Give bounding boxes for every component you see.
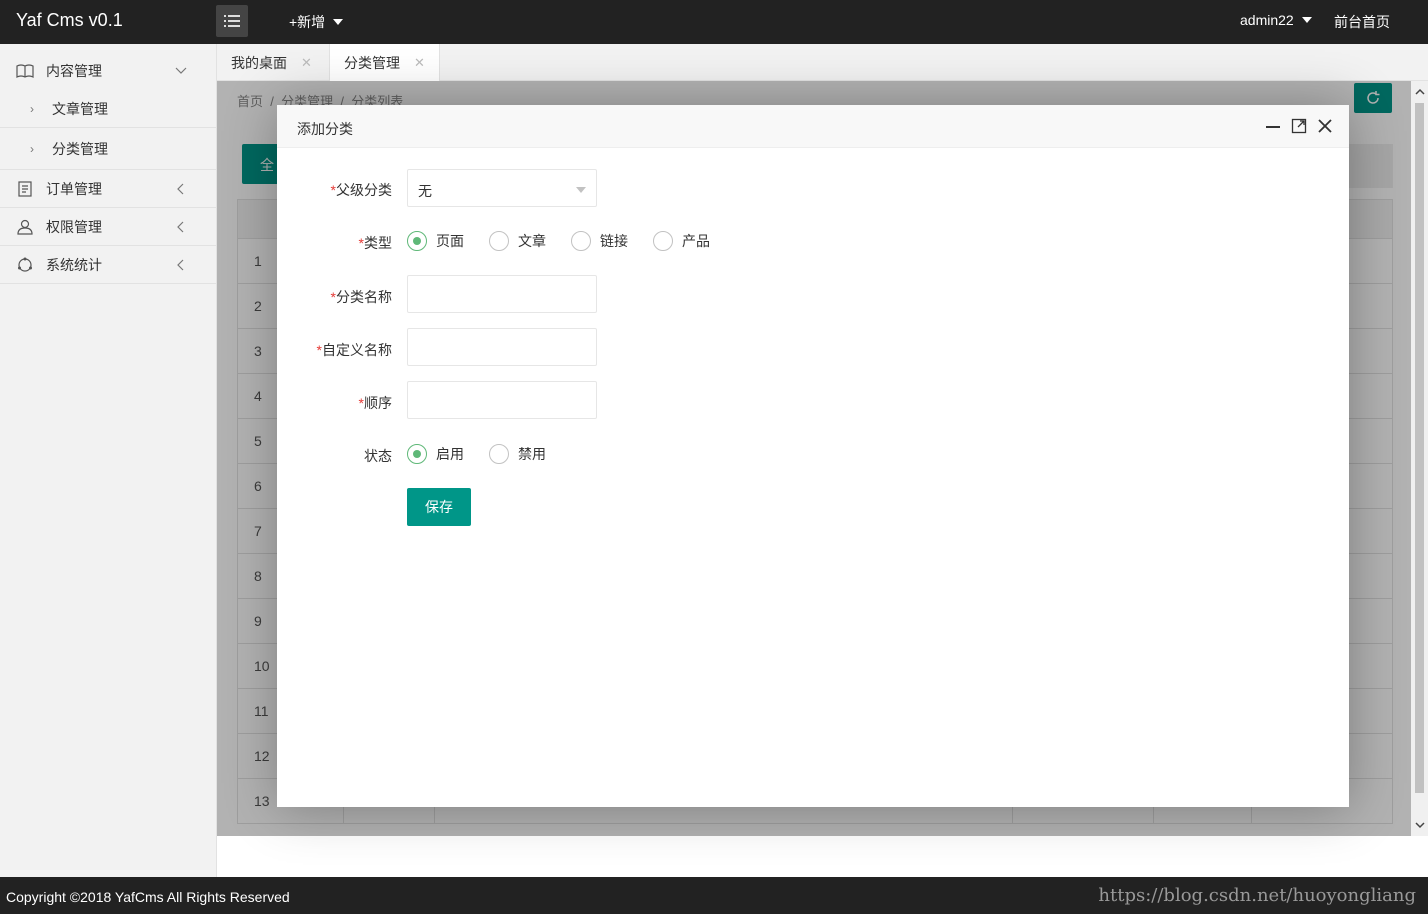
copyright-text: Copyright ©2018 YafCms All Rights Reserv… <box>6 889 290 905</box>
chevron-up-icon[interactable] <box>1415 87 1425 97</box>
scrollbar[interactable] <box>1411 81 1428 836</box>
radio-label: 链接 <box>600 233 628 249</box>
select-value: 无 <box>418 183 432 199</box>
status-radio-enabled[interactable]: 启用 <box>407 444 464 464</box>
caret-down-icon <box>576 187 586 193</box>
front-home-link[interactable]: 前台首页 <box>1334 12 1390 32</box>
label-text: 分类名称 <box>336 289 392 305</box>
caret-down-icon <box>1301 17 1312 23</box>
radio-label: 产品 <box>682 233 710 249</box>
parent-category-select[interactable]: 无 <box>407 169 597 207</box>
list-icon <box>224 15 240 27</box>
close-icon[interactable] <box>1316 117 1334 135</box>
sidebar-item-label: 系统统计 <box>46 256 102 273</box>
radio-label: 页面 <box>436 233 464 249</box>
watermark-text: https://blog.csdn.net/huoyongliang <box>1098 885 1416 906</box>
top-header: Yaf Cms v0.1 +新增 admin22 前台首页 <box>0 0 1428 44</box>
close-icon[interactable]: ✕ <box>301 55 312 71</box>
type-radio-link[interactable]: 链接 <box>571 231 628 251</box>
radio-checked-icon <box>407 231 427 251</box>
category-name-input[interactable] <box>407 275 597 313</box>
dialog-header: 添加分类 <box>277 105 1349 148</box>
user-icon <box>16 218 34 236</box>
sidebar-item-articles[interactable]: › 文章管理 <box>0 90 216 128</box>
tab-bar: 我的桌面 ✕ 分类管理 ✕ <box>217 44 1428 81</box>
radio-label: 启用 <box>436 446 464 462</box>
chevron-down-icon[interactable] <box>1415 820 1425 830</box>
chevron-down-icon <box>175 67 187 74</box>
order-icon <box>16 180 34 198</box>
radio-unchecked-icon <box>489 231 509 251</box>
chevron-left-icon <box>177 183 184 195</box>
chevron-left-icon <box>177 221 184 233</box>
chevron-left-icon <box>177 259 184 271</box>
save-button[interactable]: 保存 <box>407 488 471 526</box>
sidebar-item-stats[interactable]: 系统统计 <box>0 246 216 284</box>
radio-label: 禁用 <box>518 446 546 462</box>
tab-desktop[interactable]: 我的桌面 ✕ <box>217 44 326 81</box>
sidebar-item-label: 权限管理 <box>46 218 102 235</box>
close-icon[interactable]: ✕ <box>414 55 425 71</box>
label-text: 顺序 <box>364 395 392 411</box>
username: admin22 <box>1240 12 1294 28</box>
radio-unchecked-icon <box>489 444 509 464</box>
tab-label: 我的桌面 <box>231 54 287 71</box>
sidebar-item-content[interactable]: 内容管理 <box>0 52 216 90</box>
status-label: 状态 <box>364 448 392 464</box>
stats-icon <box>16 256 34 274</box>
custom-name-label: *自定义名称 <box>317 340 392 360</box>
sidebar-sub-label: 分类管理 <box>52 140 108 157</box>
type-radio-page[interactable]: 页面 <box>407 231 464 251</box>
add-new-label: +新增 <box>289 14 326 30</box>
radio-unchecked-icon <box>653 231 673 251</box>
chevron-right-icon: › <box>30 101 34 116</box>
caret-down-icon <box>333 19 344 25</box>
type-label: *类型 <box>359 233 392 253</box>
brand-title: Yaf Cms v0.1 <box>16 10 123 30</box>
sidebar-item-categories[interactable]: › 分类管理 <box>0 128 216 170</box>
sidebar-item-permissions[interactable]: 权限管理 <box>0 208 216 246</box>
maximize-icon[interactable] <box>1290 117 1308 135</box>
radio-label: 文章 <box>518 233 546 249</box>
add-new-menu[interactable]: +新增 <box>289 12 344 32</box>
order-input[interactable] <box>407 381 597 419</box>
category-name-label: *分类名称 <box>331 287 392 307</box>
chevron-right-icon: › <box>30 141 34 156</box>
label-text: 类型 <box>364 235 392 251</box>
sidebar-item-label: 订单管理 <box>46 180 102 197</box>
sidebar-item-orders[interactable]: 订单管理 <box>0 170 216 208</box>
sidebar-sub-label: 文章管理 <box>52 100 108 117</box>
parent-category-label: *父级分类 <box>331 180 392 200</box>
order-label: *顺序 <box>359 393 392 413</box>
label-text: 父级分类 <box>336 182 392 198</box>
sidebar: 内容管理 › 文章管理 › 分类管理 订单管理 权限管理 系统统计 <box>0 44 217 877</box>
radio-unchecked-icon <box>571 231 591 251</box>
scrollbar-thumb[interactable] <box>1415 103 1424 793</box>
sidebar-item-label: 内容管理 <box>46 63 102 79</box>
type-radio-product[interactable]: 产品 <box>653 231 710 251</box>
custom-name-input[interactable] <box>407 328 597 366</box>
radio-checked-icon <box>407 444 427 464</box>
footer: Copyright ©2018 YafCms All Rights Reserv… <box>0 877 1428 914</box>
status-radio-disabled[interactable]: 禁用 <box>489 444 546 464</box>
tab-categories[interactable]: 分类管理 ✕ <box>329 44 440 81</box>
label-text: 自定义名称 <box>322 342 392 358</box>
user-menu[interactable]: admin22 <box>1240 12 1312 28</box>
minimize-icon[interactable] <box>1264 117 1282 135</box>
add-category-dialog: 添加分类 *父级分类 无 *类型 页面 文章 链接 产品 *分类名称 *自定义名… <box>277 105 1349 807</box>
tab-label: 分类管理 <box>344 54 400 71</box>
dialog-title: 添加分类 <box>297 121 353 137</box>
menu-toggle-button[interactable] <box>216 5 248 37</box>
book-icon <box>16 62 34 80</box>
type-radio-article[interactable]: 文章 <box>489 231 546 251</box>
